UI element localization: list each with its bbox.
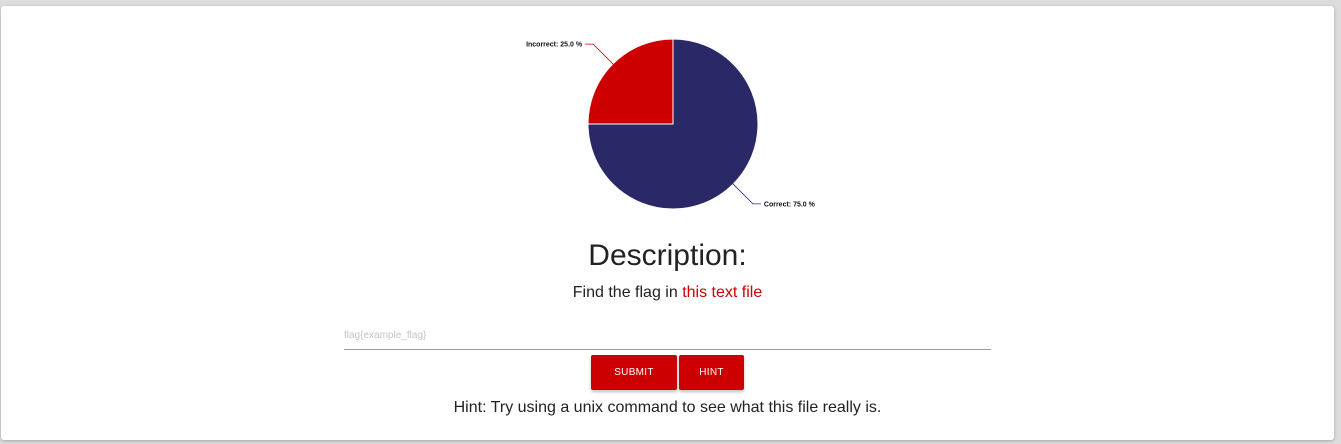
results-pie-chart: Correct: 75.0 % Incorrect: 25.0 % [1, 6, 1334, 226]
description-text: Find the flag in this text file [1, 284, 1334, 302]
hint-button[interactable]: HINT [679, 355, 744, 390]
flag-input[interactable] [344, 322, 991, 350]
description-title: Description: [588, 239, 747, 272]
pie-leader-line-1 [585, 43, 615, 66]
pie-chart-svg: Correct: 75.0 % Incorrect: 25.0 % [526, 38, 816, 210]
pie-label-0: Correct: 75.0 % [764, 201, 816, 208]
pie-label-1: Incorrect: 25.0 % [526, 42, 583, 49]
text-file-link[interactable]: this text file [682, 284, 762, 301]
hint-text: Hint: Try using a unix command to see wh… [453, 399, 882, 416]
pie-leader-line-0 [731, 182, 761, 205]
description-prefix: Find the flag in [572, 284, 683, 301]
submit-button[interactable]: SUBMIT [591, 355, 677, 390]
challenge-card: Correct: 75.0 % Incorrect: 25.0 % Descrip… [1, 6, 1334, 440]
